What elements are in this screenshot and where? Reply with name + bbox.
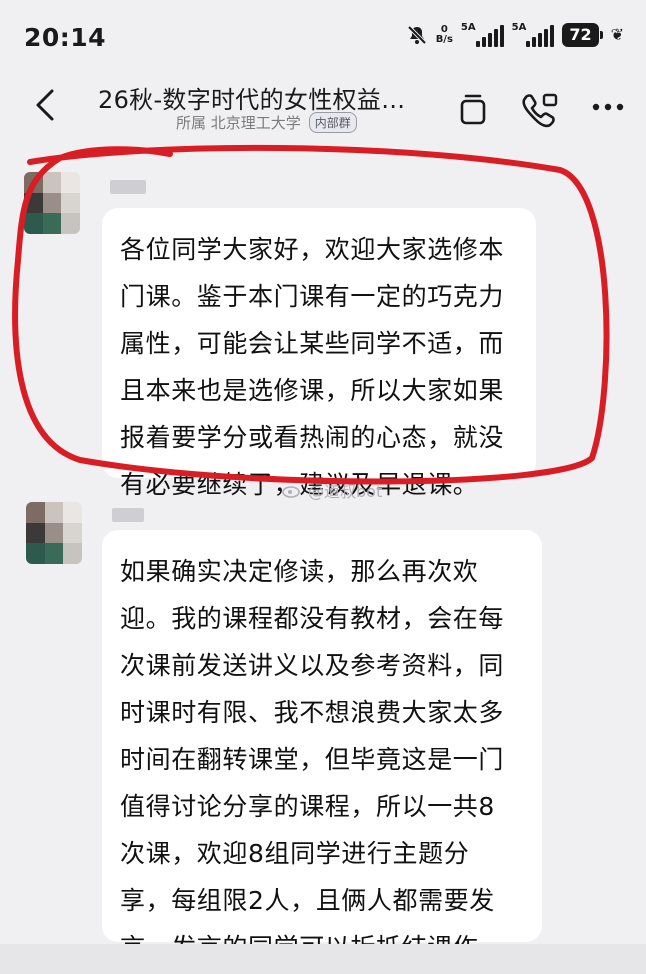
watermark: @道叔bot — [282, 478, 382, 502]
bottom-bar — [0, 944, 646, 974]
message-bubble[interactable]: 如果确实决定修读，那么再次欢 迎。我的课程都没有教材，会在每 次课前发送讲义以及… — [102, 530, 542, 962]
network-speed-value: 0 — [440, 23, 448, 35]
call-icon[interactable] — [520, 92, 560, 128]
status-bar: 20:14 0 B/s 5A 5A 72 ❦ — [0, 0, 646, 74]
network-speed-unit: B/s — [435, 33, 453, 45]
more-options-icon[interactable] — [592, 102, 624, 112]
group-subtitle: 所属 北京理工大学 内部群 — [176, 112, 357, 133]
sim1-signal: 5A — [461, 22, 504, 47]
avatar[interactable] — [24, 172, 80, 234]
network-speed: 0 B/s — [435, 23, 453, 45]
sender-name-blurred — [112, 508, 144, 522]
battery-level: 72 — [562, 22, 603, 47]
internal-group-badge: 内部群 — [308, 112, 357, 133]
group-title: 26秋-数字时代的女性权益… — [98, 86, 406, 114]
sim1-label: 5A — [460, 22, 476, 33]
sender-name-blurred — [110, 180, 146, 194]
weibo-logo-icon — [282, 486, 300, 498]
chat-header: 26秋-数字时代的女性权益… 所属 北京理工大学 内部群 — [0, 74, 646, 140]
avatar[interactable] — [26, 502, 82, 564]
signal-bars-icon — [526, 25, 555, 47]
signal-bars-icon — [475, 25, 504, 47]
group-files-icon[interactable] — [458, 92, 488, 126]
message-bubble[interactable]: 各位同学大家好，欢迎大家选修本 门课。鉴于本门课有一定的巧克力 属性，可能会让某… — [102, 208, 536, 499]
sim2-signal: 5A — [512, 22, 555, 47]
group-org-label: 所属 北京理工大学 — [176, 114, 301, 132]
status-icons: 0 B/s 5A 5A 72 ❦ — [406, 22, 624, 47]
sim2-label: 5A — [511, 22, 527, 33]
mute-icon — [407, 25, 427, 44]
status-time: 20:14 — [24, 22, 107, 52]
eco-leaf-icon: ❦ — [610, 25, 624, 44]
back-arrow-icon[interactable] — [32, 88, 58, 122]
watermark-text: @道叔bot — [308, 482, 383, 501]
